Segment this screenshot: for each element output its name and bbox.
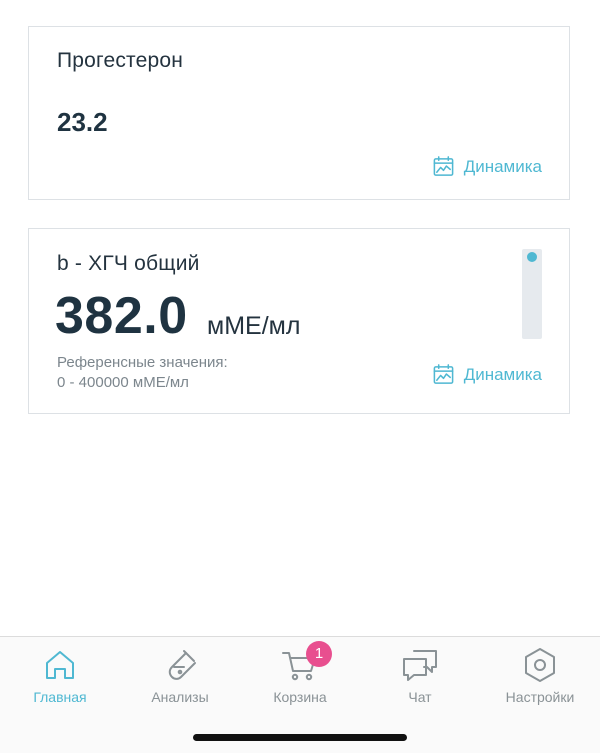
settings-icon	[520, 645, 560, 685]
home-indicator	[193, 734, 407, 741]
card-title: Прогестерон	[57, 49, 184, 72]
dynamics-label: Динамика	[463, 364, 542, 384]
result-card-progesterone: Прогестерон 23.2 Динамика	[28, 26, 570, 200]
tab-label: Главная	[33, 689, 87, 705]
tab-label: Анализы	[151, 689, 209, 705]
reference-scale	[522, 249, 542, 339]
card-title: b - ХГЧ общий	[57, 252, 200, 275]
tab-label: Настройки	[505, 689, 575, 705]
reference-range: 0 - 400000 мМЕ/мл	[57, 374, 189, 391]
result-value: 382.0	[55, 287, 188, 345]
chart-calendar-icon	[433, 364, 454, 384]
tab-chat[interactable]: Чат	[360, 645, 480, 705]
scale-marker	[527, 252, 537, 262]
bottom-tab-bar: Главная Анализы 1 Корзина Чат Настройки	[0, 636, 600, 753]
cart-icon: 1	[280, 641, 332, 685]
tab-label: Чат	[408, 689, 432, 705]
reference-label: Референсные значения:	[57, 354, 228, 371]
tab-cart[interactable]: 1 Корзина	[240, 641, 360, 705]
tab-settings[interactable]: Настройки	[480, 645, 600, 705]
home-icon	[40, 645, 80, 685]
result-value: 23.2	[57, 107, 108, 137]
chat-icon	[400, 645, 440, 685]
result-unit: мМЕ/мл	[207, 312, 301, 340]
dynamics-link[interactable]: Динамика	[432, 363, 542, 386]
cart-badge: 1	[306, 641, 332, 667]
chart-calendar-icon	[433, 156, 454, 176]
dynamics-label: Динамика	[463, 156, 542, 176]
tab-home[interactable]: Главная	[0, 645, 120, 705]
test-tube-icon	[160, 645, 200, 685]
dynamics-link[interactable]: Динамика	[432, 155, 542, 178]
tab-label: Корзина	[273, 689, 327, 705]
result-card-hcg: b - ХГЧ общий 382.0 мМЕ/мл Референсные з…	[28, 228, 570, 414]
tab-analyses[interactable]: Анализы	[120, 645, 240, 705]
